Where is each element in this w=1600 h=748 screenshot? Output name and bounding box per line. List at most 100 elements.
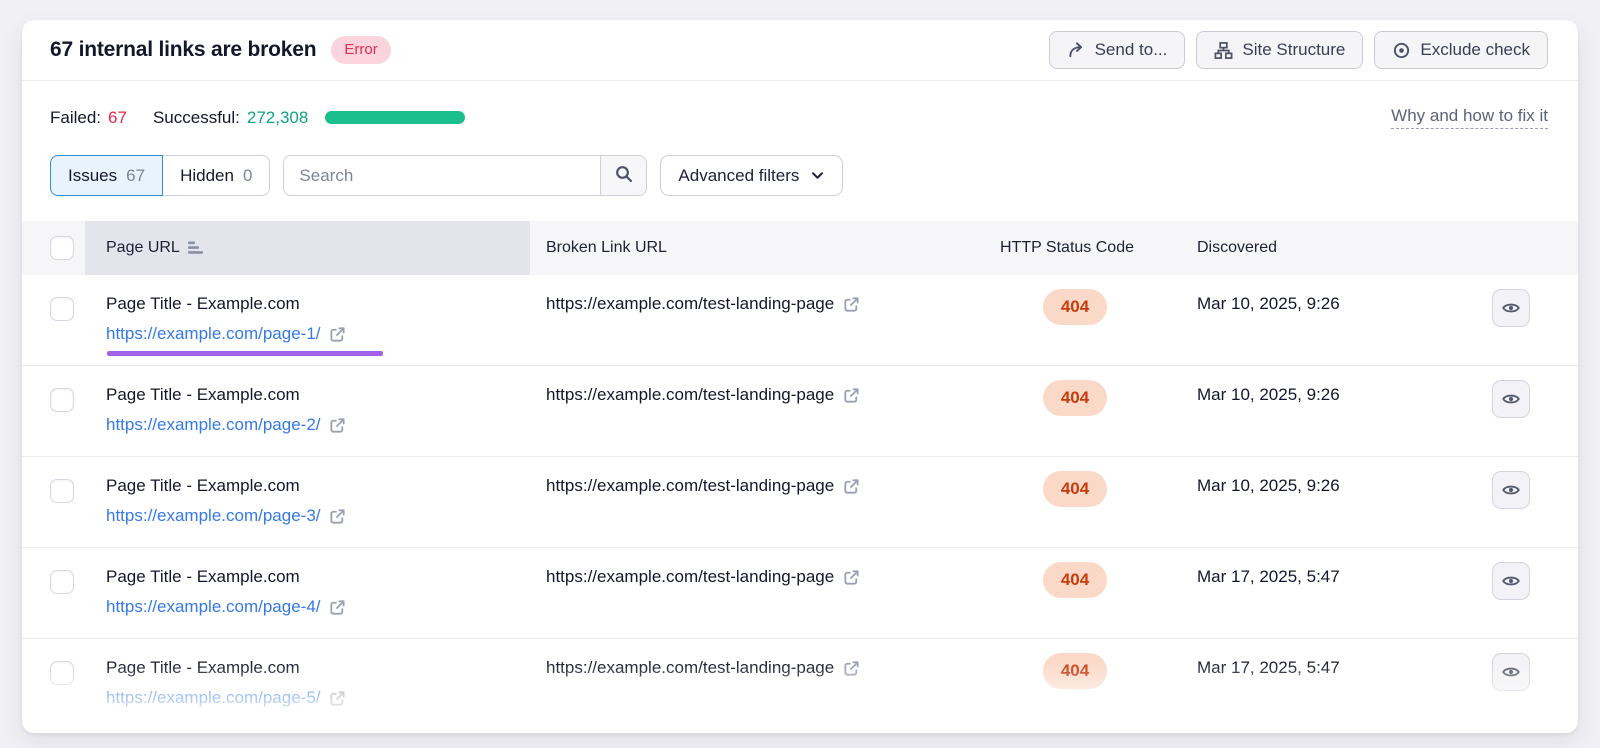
advanced-filters-button[interactable]: Advanced filters (660, 155, 843, 196)
page-url-cell: https://example.com/page-3/ (106, 504, 346, 528)
send-to-button[interactable]: Send to... (1049, 31, 1186, 69)
broken-link-url-cell: https://example.com/test-landing-page (546, 383, 860, 407)
page-url-link[interactable]: https://example.com/page-2/ (106, 413, 321, 437)
error-badge: Error (331, 36, 390, 64)
tab-hidden-count: 0 (243, 166, 252, 186)
external-link-icon[interactable] (329, 417, 346, 434)
table-row: Page Title - Example.com https://example… (22, 548, 1578, 639)
table-row: Page Title - Example.com https://example… (22, 275, 1578, 366)
issues-hidden-tabs: Issues 67 Hidden 0 (50, 155, 270, 196)
broken-link-url-text: https://example.com/test-landing-page (546, 383, 834, 407)
table-row: Page Title - Example.com https://example… (22, 366, 1578, 457)
http-status-cell: 404 (1043, 289, 1107, 325)
tab-issues-label: Issues (68, 166, 117, 186)
stats-row: Failed: 67 Successful: 272,308 Why and h… (22, 81, 1578, 129)
page-url-link[interactable]: https://example.com/page-3/ (106, 504, 321, 528)
column-header-page-url[interactable]: Page URL (106, 221, 204, 275)
eye-icon (1501, 389, 1521, 409)
hide-issue-button[interactable] (1492, 653, 1530, 691)
row-checkbox[interactable] (50, 297, 74, 321)
external-link-icon[interactable] (329, 508, 346, 525)
http-status-cell: 404 (1043, 562, 1107, 598)
success-progress-bar (325, 111, 465, 124)
title-bar: 67 internal links are broken Error Send … (22, 20, 1578, 81)
column-header-discovered: Discovered (1197, 221, 1277, 275)
advanced-filters-label: Advanced filters (678, 166, 799, 186)
hide-issue-cell (1492, 562, 1530, 600)
eye-icon (1501, 480, 1521, 500)
http-status-cell: 404 (1043, 380, 1107, 416)
external-link-icon[interactable] (843, 387, 860, 404)
row-checkbox[interactable] (50, 479, 74, 503)
row-checkbox[interactable] (50, 661, 74, 685)
external-link-icon[interactable] (843, 569, 860, 586)
broken-link-url-text: https://example.com/test-landing-page (546, 656, 834, 680)
send-to-label: Send to... (1095, 40, 1168, 60)
discovered-date: Mar 10, 2025, 9:26 (1197, 383, 1340, 407)
row-checkbox[interactable] (50, 388, 74, 412)
search-icon (614, 164, 634, 187)
broken-link-url-text: https://example.com/test-landing-page (546, 565, 834, 589)
eye-icon (1501, 662, 1521, 682)
column-header-http-status-label: HTTP Status Code (1000, 239, 1134, 257)
site-structure-button[interactable]: Site Structure (1196, 31, 1363, 69)
page-url-cell: https://example.com/page-5/ (106, 686, 346, 710)
header-actions: Send to... Site Structure Exclude check (1049, 31, 1548, 69)
hide-issue-button[interactable] (1492, 380, 1530, 418)
hide-issue-cell (1492, 471, 1530, 509)
external-link-icon[interactable] (329, 599, 346, 616)
chevron-down-icon (810, 168, 825, 183)
successful-label: Successful: (153, 108, 240, 128)
successful-value: 272,308 (247, 108, 308, 128)
broken-link-url-cell: https://example.com/test-landing-page (546, 565, 860, 589)
page-title-text: Page Title - Example.com (106, 383, 300, 407)
table-row: Page Title - Example.com https://example… (22, 457, 1578, 548)
page-url-cell: https://example.com/page-4/ (106, 595, 346, 619)
column-header-broken-link-url: Broken Link URL (546, 221, 667, 275)
external-link-icon[interactable] (843, 660, 860, 677)
broken-link-url-cell: https://example.com/test-landing-page (546, 292, 860, 316)
tab-hidden-label: Hidden (180, 166, 234, 186)
status-badge: 404 (1043, 653, 1107, 689)
search-input[interactable] (284, 156, 600, 195)
status-badge: 404 (1043, 289, 1107, 325)
search-button[interactable] (600, 156, 646, 195)
link-highlight-annotation (107, 351, 383, 356)
hide-issue-button[interactable] (1492, 471, 1530, 509)
external-link-icon[interactable] (843, 478, 860, 495)
external-link-icon[interactable] (329, 326, 346, 343)
broken-links-panel: 67 internal links are broken Error Send … (22, 20, 1578, 733)
tab-issues-count: 67 (126, 166, 145, 186)
search-box (283, 155, 647, 196)
broken-link-url-cell: https://example.com/test-landing-page (546, 656, 860, 680)
discovered-date: Mar 10, 2025, 9:26 (1197, 474, 1340, 498)
page-url-link[interactable]: https://example.com/page-4/ (106, 595, 321, 619)
page-title: 67 internal links are broken (50, 38, 316, 62)
exclude-eye-icon (1392, 41, 1411, 60)
send-arrow-icon (1067, 41, 1086, 60)
hide-issue-button[interactable] (1492, 289, 1530, 327)
select-all-cell (50, 221, 74, 275)
column-header-broken-link-label: Broken Link URL (546, 239, 667, 257)
row-checkbox[interactable] (50, 570, 74, 594)
discovered-date: Mar 17, 2025, 5:47 (1197, 656, 1340, 680)
page-url-link[interactable]: https://example.com/page-1/ (106, 322, 321, 346)
external-link-icon[interactable] (843, 296, 860, 313)
hide-issue-cell (1492, 380, 1530, 418)
why-how-to-fix-link[interactable]: Why and how to fix it (1391, 106, 1548, 129)
tab-hidden[interactable]: Hidden 0 (163, 155, 270, 196)
http-status-cell: 404 (1043, 471, 1107, 507)
broken-link-url-cell: https://example.com/test-landing-page (546, 474, 860, 498)
select-all-checkbox[interactable] (50, 236, 74, 260)
external-link-icon[interactable] (329, 690, 346, 707)
sitemap-icon (1214, 41, 1233, 60)
discovered-date: Mar 10, 2025, 9:26 (1197, 292, 1340, 316)
column-header-http-status: HTTP Status Code (1000, 221, 1134, 275)
page-title-text: Page Title - Example.com (106, 656, 300, 680)
tab-issues[interactable]: Issues 67 (50, 155, 163, 196)
hide-issue-button[interactable] (1492, 562, 1530, 600)
page-url-link[interactable]: https://example.com/page-5/ (106, 686, 321, 710)
exclude-check-button[interactable]: Exclude check (1374, 31, 1548, 69)
eye-icon (1501, 298, 1521, 318)
table-header: Page URL Broken Link URL HTTP Status Cod… (22, 221, 1578, 275)
